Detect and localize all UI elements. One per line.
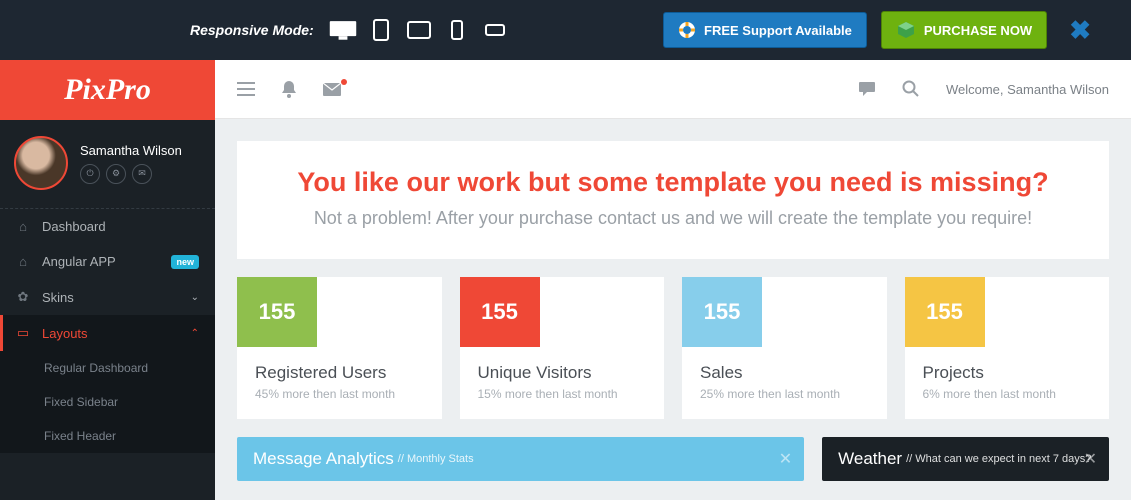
stat-sub: 15% more then last month bbox=[460, 387, 665, 401]
purchase-button-label: PURCHASE NOW bbox=[924, 23, 1032, 38]
sidebar-item-label: Layouts bbox=[42, 326, 88, 341]
sidebar-item-label: Fixed Header bbox=[44, 429, 116, 443]
notification-dot-icon bbox=[341, 79, 347, 85]
sidebar-sub-regular[interactable]: Regular Dashboard bbox=[0, 351, 215, 385]
panel-weather: Weather // What can we expect in next 7 … bbox=[822, 437, 1109, 481]
sidebar-item-label: Dashboard bbox=[42, 219, 106, 234]
stat-title: Projects bbox=[905, 363, 1110, 383]
stat-sub: 25% more then last month bbox=[682, 387, 887, 401]
support-button-label: FREE Support Available bbox=[704, 23, 852, 38]
panel-subtitle: // Monthly Stats bbox=[398, 453, 474, 465]
sidebar-item-skins[interactable]: ✿ Skins ⌄ bbox=[0, 279, 215, 315]
stat-value: 155 bbox=[905, 277, 985, 347]
chat-icon[interactable]: ✉ bbox=[132, 164, 152, 184]
stat-value: 155 bbox=[237, 277, 317, 347]
stat-registered-users[interactable]: 155 Registered Users 45% more then last … bbox=[237, 277, 442, 419]
stat-title: Registered Users bbox=[237, 363, 442, 383]
promo-banner: You like our work but some template you … bbox=[237, 141, 1109, 259]
profile-block: Samantha Wilson ⏻ ⚙ ✉ bbox=[0, 120, 215, 209]
menu-toggle-icon[interactable] bbox=[237, 82, 255, 96]
home-icon: ⌂ bbox=[16, 254, 30, 269]
logo[interactable]: PixPro bbox=[0, 60, 215, 120]
profile-name: Samantha Wilson bbox=[80, 143, 182, 158]
device-tablet-portrait-icon[interactable] bbox=[366, 18, 396, 42]
lifebuoy-icon bbox=[678, 21, 696, 39]
new-badge: new bbox=[171, 255, 199, 269]
stats-row: 155 Registered Users 45% more then last … bbox=[237, 277, 1109, 419]
sidebar-item-label: Skins bbox=[42, 290, 74, 305]
sidebar-item-label: Angular APP bbox=[42, 254, 116, 269]
sidebar-sub-fixed-header[interactable]: Fixed Header bbox=[0, 419, 215, 453]
banner-title: You like our work but some template you … bbox=[257, 167, 1089, 198]
panels-row: Message Analytics // Monthly Stats ✕ Wea… bbox=[237, 437, 1109, 481]
sidebar-item-label: Regular Dashboard bbox=[44, 361, 148, 375]
power-icon[interactable]: ⏻ bbox=[80, 164, 100, 184]
stat-value: 155 bbox=[682, 277, 762, 347]
stat-projects[interactable]: 155 Projects 6% more then last month bbox=[905, 277, 1110, 419]
sidebar-nav: ⌂ Dashboard ⌂ Angular APP new ✿ Skins ⌄ ▭ Layo… bbox=[0, 209, 215, 453]
close-icon[interactable]: ✕ bbox=[1084, 449, 1097, 469]
stat-sub: 6% more then last month bbox=[905, 387, 1110, 401]
device-phone-portrait-icon[interactable] bbox=[442, 18, 472, 42]
home-icon: ⌂ bbox=[16, 219, 30, 234]
banner-subtitle: Not a problem! After your purchase conta… bbox=[257, 208, 1089, 229]
sidebar-item-dashboard[interactable]: ⌂ Dashboard bbox=[0, 209, 215, 244]
stat-sub: 45% more then last month bbox=[237, 387, 442, 401]
stat-title: Sales bbox=[682, 363, 887, 383]
stat-sales[interactable]: 155 Sales 25% more then last month bbox=[682, 277, 887, 419]
close-icon[interactable]: ✕ bbox=[779, 449, 792, 469]
search-icon[interactable] bbox=[902, 80, 920, 98]
box-icon bbox=[896, 20, 916, 40]
sidebar-item-layouts[interactable]: ▭ Layouts ⌃ bbox=[0, 315, 215, 351]
sidebar-item-angular[interactable]: ⌂ Angular APP new bbox=[0, 244, 215, 279]
cog-icon: ✿ bbox=[16, 289, 30, 305]
promo-close-icon[interactable]: ✖ bbox=[1069, 15, 1091, 46]
topbar: Welcome, Samantha Wilson bbox=[215, 60, 1131, 119]
stat-title: Unique Visitors bbox=[460, 363, 665, 383]
chevron-up-icon: ⌃ bbox=[191, 328, 199, 339]
panel-title: Weather bbox=[838, 449, 902, 469]
device-selector bbox=[328, 18, 510, 42]
chevron-down-icon: ⌄ bbox=[191, 292, 199, 303]
panel-title: Message Analytics bbox=[253, 449, 394, 469]
avatar[interactable] bbox=[14, 136, 68, 190]
welcome-text[interactable]: Welcome, Samantha Wilson bbox=[946, 82, 1109, 97]
support-button[interactable]: FREE Support Available bbox=[663, 12, 867, 48]
stat-unique-visitors[interactable]: 155 Unique Visitors 15% more then last m… bbox=[460, 277, 665, 419]
comments-icon[interactable] bbox=[858, 81, 876, 97]
promo-bar: Responsive Mode: FREE Support Available … bbox=[0, 0, 1131, 60]
sidebar-sub-fixed-sidebar[interactable]: Fixed Sidebar bbox=[0, 385, 215, 419]
main: Welcome, Samantha Wilson You like our wo… bbox=[215, 60, 1131, 500]
bell-icon[interactable] bbox=[281, 80, 297, 98]
panel-analytics: Message Analytics // Monthly Stats ✕ bbox=[237, 437, 804, 481]
sidebar-item-label: Fixed Sidebar bbox=[44, 395, 118, 409]
stat-value: 155 bbox=[460, 277, 540, 347]
mail-icon[interactable] bbox=[323, 83, 341, 96]
device-tablet-landscape-icon[interactable] bbox=[404, 18, 434, 42]
device-desktop-icon[interactable] bbox=[328, 18, 358, 42]
sidebar: PixPro Samantha Wilson ⏻ ⚙ ✉ ⌂ Dashboard … bbox=[0, 60, 215, 500]
responsive-mode-label: Responsive Mode: bbox=[190, 22, 314, 38]
purchase-button[interactable]: PURCHASE NOW bbox=[881, 11, 1047, 49]
layout-icon: ▭ bbox=[16, 325, 30, 341]
panel-subtitle: // What can we expect in next 7 days? bbox=[906, 453, 1091, 465]
gear-icon[interactable]: ⚙ bbox=[106, 164, 126, 184]
device-phone-landscape-icon[interactable] bbox=[480, 18, 510, 42]
